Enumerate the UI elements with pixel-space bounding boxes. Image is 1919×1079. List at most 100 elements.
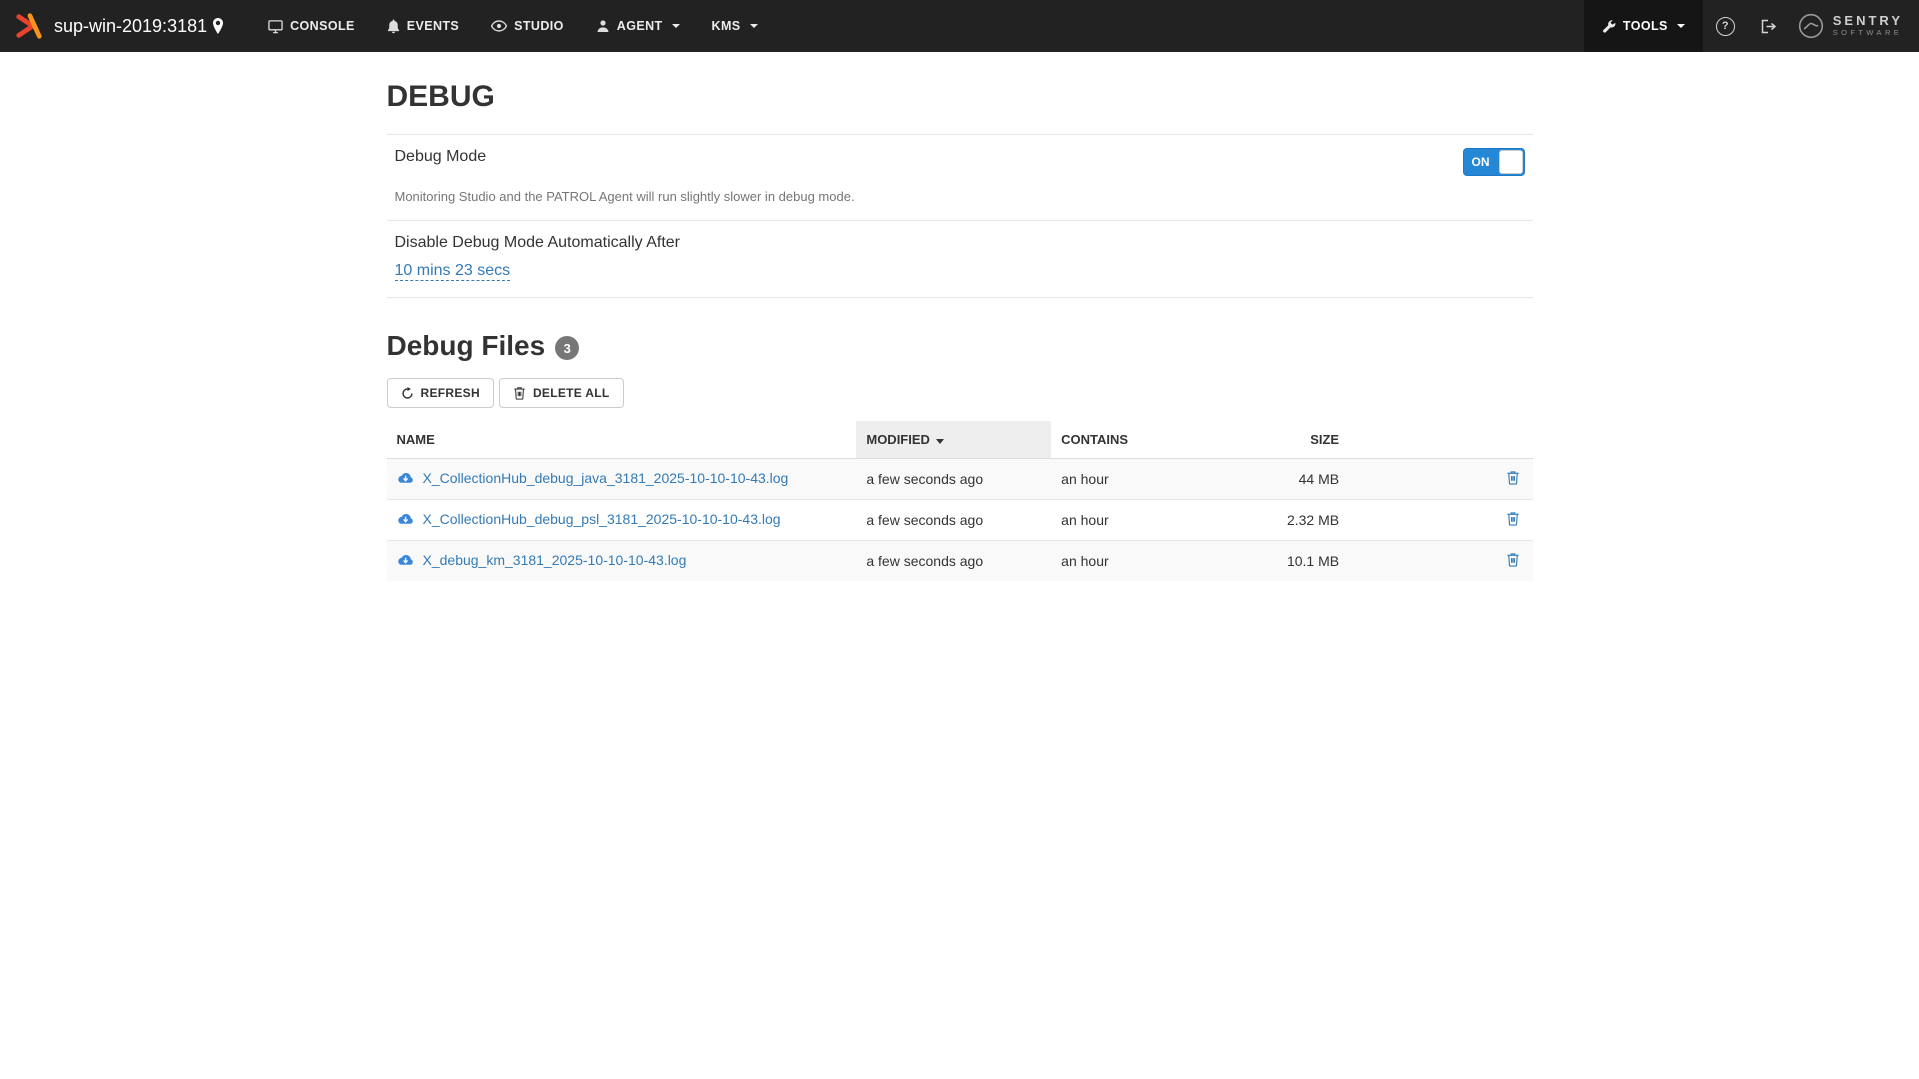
sign-out-button[interactable] <box>1748 0 1790 52</box>
table-row: X_CollectionHub_debug_java_3181_2025-10-… <box>387 459 1533 500</box>
agent-icon <box>596 19 610 33</box>
delete-file-button[interactable] <box>1503 550 1523 572</box>
header-modified-label: MODIFIED <box>866 432 930 447</box>
column-header-name[interactable]: NAME <box>387 421 857 459</box>
chevron-down-icon <box>750 24 758 28</box>
refresh-button[interactable]: REFRESH <box>387 378 494 408</box>
debug-files-heading: Debug Files 3 <box>387 330 1533 362</box>
nav-label-kms: KMS <box>712 19 741 33</box>
column-header-actions <box>1349 421 1532 459</box>
refresh-button-label: REFRESH <box>421 386 480 400</box>
sentry-brand-text: SENTRY SOFTWARE <box>1833 14 1903 38</box>
auto-disable-value-link[interactable]: 10 mins 23 secs <box>395 262 511 281</box>
column-header-size[interactable]: SIZE <box>1257 421 1349 459</box>
chevron-down-icon <box>672 24 680 28</box>
brand-name: SENTRY <box>1833 14 1903 29</box>
cloud-download-icon <box>397 513 414 526</box>
delete-all-button-label: DELETE ALL <box>533 386 610 400</box>
sentry-logo-icon <box>1798 13 1824 39</box>
debug-files-title: Debug Files <box>387 330 546 362</box>
file-download-link[interactable]: X_debug_km_3181_2025-10-10-10-43.log <box>397 552 687 568</box>
table-row: X_debug_km_3181_2025-10-10-10-43.log a f… <box>387 541 1533 582</box>
main-nav: CONSOLE EVENTS STUDIO <box>252 0 773 52</box>
file-contains-cell: an hour <box>1051 541 1257 582</box>
file-size-cell: 2.32 MB <box>1257 500 1349 541</box>
nav-item-agent[interactable]: AGENT <box>580 0 696 52</box>
debug-mode-row: Debug Mode ON <box>395 148 1525 176</box>
table-header-row: NAME MODIFIED CONTAINS SIZE <box>387 421 1533 459</box>
delete-file-button[interactable] <box>1503 509 1523 531</box>
debug-files-table: NAME MODIFIED CONTAINS SIZE <box>387 421 1533 581</box>
file-name-cell: X_debug_km_3181_2025-10-10-10-43.log <box>387 541 857 582</box>
refresh-icon <box>401 387 414 400</box>
chevron-down-icon <box>1677 24 1685 28</box>
trash-icon <box>1506 470 1520 485</box>
cloud-download-icon <box>397 472 414 485</box>
column-header-modified[interactable]: MODIFIED <box>856 421 1051 459</box>
sort-desc-icon <box>936 439 944 444</box>
hostname: sup-win-2019:3181 <box>54 0 224 52</box>
file-actions-cell <box>1349 459 1532 500</box>
file-download-link[interactable]: X_CollectionHub_debug_psl_3181_2025-10-1… <box>397 511 781 527</box>
sign-out-icon <box>1761 19 1777 34</box>
app-window: sup-win-2019:3181 CONSOLE <box>0 0 1919 1079</box>
table-row: X_CollectionHub_debug_psl_3181_2025-10-1… <box>387 500 1533 541</box>
file-name-cell: X_CollectionHub_debug_psl_3181_2025-10-1… <box>387 500 857 541</box>
file-contains-cell: an hour <box>1051 459 1257 500</box>
delete-all-button[interactable]: DELETE ALL <box>499 378 624 408</box>
wrench-icon <box>1602 19 1616 33</box>
file-name-cell: X_CollectionHub_debug_java_3181_2025-10-… <box>387 459 857 500</box>
header-size-label: SIZE <box>1310 432 1339 447</box>
file-contains-cell: an hour <box>1051 500 1257 541</box>
navbar-right: TOOLS ? SENTRY SOFTWARE <box>1584 0 1919 52</box>
trash-icon <box>513 386 526 400</box>
file-modified-cell: a few seconds ago <box>856 459 1051 500</box>
file-actions-cell <box>1349 500 1532 541</box>
nav-item-console[interactable]: CONSOLE <box>252 0 371 52</box>
file-name: X_CollectionHub_debug_psl_3181_2025-10-1… <box>423 511 781 527</box>
nav-item-studio[interactable]: STUDIO <box>475 0 580 52</box>
nav-label-console: CONSOLE <box>290 19 355 33</box>
main-content: DEBUG Debug Mode ON Monitoring Studio an… <box>0 80 1919 581</box>
delete-file-button[interactable] <box>1503 468 1523 490</box>
app-logo[interactable] <box>0 0 54 52</box>
navbar-left: sup-win-2019:3181 CONSOLE <box>0 0 774 52</box>
brand-subname: SOFTWARE <box>1833 29 1903 38</box>
page-title: DEBUG <box>387 80 1533 114</box>
nav-label-tools: TOOLS <box>1623 19 1668 33</box>
app-logo-icon <box>14 11 44 41</box>
column-header-contains[interactable]: CONTAINS <box>1051 421 1257 459</box>
sentry-brand: SENTRY SOFTWARE <box>1790 0 1919 52</box>
nav-item-events[interactable]: EVENTS <box>371 0 475 52</box>
file-count-badge: 3 <box>555 336 579 360</box>
top-navbar: sup-win-2019:3181 CONSOLE <box>0 0 1919 52</box>
location-pin-icon <box>212 18 224 34</box>
debug-settings-panel: Debug Mode ON Monitoring Studio and the … <box>387 134 1533 298</box>
header-name-label: NAME <box>397 432 435 447</box>
file-name: X_CollectionHub_debug_java_3181_2025-10-… <box>423 470 789 486</box>
file-download-link[interactable]: X_CollectionHub_debug_java_3181_2025-10-… <box>397 470 789 486</box>
file-modified-cell: a few seconds ago <box>856 541 1051 582</box>
bell-icon <box>387 19 400 34</box>
help-button[interactable]: ? <box>1703 0 1748 52</box>
nav-item-kms[interactable]: KMS <box>696 0 774 52</box>
file-size-cell: 10.1 MB <box>1257 541 1349 582</box>
header-contains-label: CONTAINS <box>1061 432 1128 447</box>
help-icon: ? <box>1716 17 1735 36</box>
file-actions-cell <box>1349 541 1532 582</box>
debug-mode-description: Monitoring Studio and the PATROL Agent w… <box>395 189 1525 204</box>
debug-mode-label: Debug Mode <box>395 148 487 166</box>
nav-label-studio: STUDIO <box>514 19 564 33</box>
files-toolbar: REFRESH DELETE ALL <box>387 378 1533 408</box>
trash-icon <box>1506 511 1520 526</box>
help-glyph: ? <box>1722 20 1729 32</box>
debug-mode-section: Debug Mode ON Monitoring Studio and the … <box>387 135 1533 220</box>
debug-mode-toggle[interactable]: ON <box>1463 148 1525 176</box>
studio-icon <box>491 20 507 32</box>
auto-disable-label: Disable Debug Mode Automatically After <box>395 234 1525 252</box>
toggle-on-label: ON <box>1464 155 1498 169</box>
trash-icon <box>1506 552 1520 567</box>
content-container: DEBUG Debug Mode ON Monitoring Studio an… <box>387 80 1533 581</box>
file-size-cell: 44 MB <box>1257 459 1349 500</box>
nav-item-tools[interactable]: TOOLS <box>1584 0 1703 52</box>
